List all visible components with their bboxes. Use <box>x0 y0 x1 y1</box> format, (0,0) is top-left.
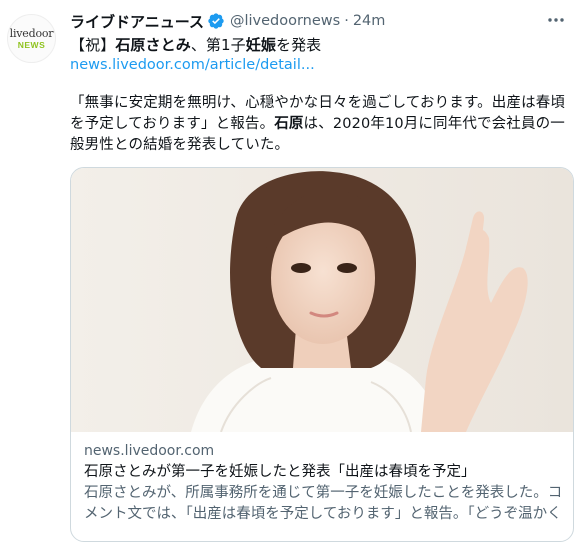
headline-mid: 、第1子 <box>190 36 246 54</box>
avatar-logo-text: livedoor <box>9 26 54 40</box>
headline-keyword: 妊娠 <box>245 36 276 54</box>
headline-suffix: を発表 <box>275 36 322 54</box>
link-preview-card[interactable]: news.livedoor.com 石原さとみが第一子を妊娠したと発表「出産は春… <box>70 167 574 542</box>
card-title[interactable]: 石原さとみが第一子を妊娠したと発表「出産は春頃を予定」 <box>84 462 565 483</box>
card-image[interactable] <box>71 168 573 433</box>
avatar-logo-subtext: NEWS <box>17 39 46 50</box>
body-person: 石原 <box>274 116 304 132</box>
display-name[interactable]: ライブドアニュース <box>70 11 204 32</box>
tweet-body: 「無事に安定期を無明け、心穏やかな日々を過ごしております。出産は春頃を予定してお… <box>70 93 575 156</box>
headline-prefix: 【祝】 <box>70 36 116 54</box>
tweet-time[interactable]: 24m <box>353 13 386 29</box>
more-options-icon[interactable] <box>546 10 566 30</box>
header-separator: · <box>344 13 349 29</box>
account-handle[interactable]: @livedoornews <box>230 13 340 29</box>
verified-badge-icon <box>207 12 225 30</box>
article-link[interactable]: news.livedoor.com/article/detail... <box>70 57 315 73</box>
card-meta: news.livedoor.com 石原さとみが第一子を妊娠したと発表「出産は春… <box>84 441 565 525</box>
headline-person: 石原さとみ <box>115 36 191 54</box>
tweet-headline: 【祝】石原さとみ、第1子妊娠を発表 <box>70 35 321 55</box>
avatar[interactable]: livedoor NEWS <box>7 14 56 63</box>
card-description: 石原さとみが、所属事務所を通じて第一子を妊娠したことを発表した。コメント文では、… <box>84 485 563 522</box>
tweet-header: ライブドアニュース @livedoornews · 24m <box>70 10 584 32</box>
card-domain: news.livedoor.com <box>84 443 215 459</box>
